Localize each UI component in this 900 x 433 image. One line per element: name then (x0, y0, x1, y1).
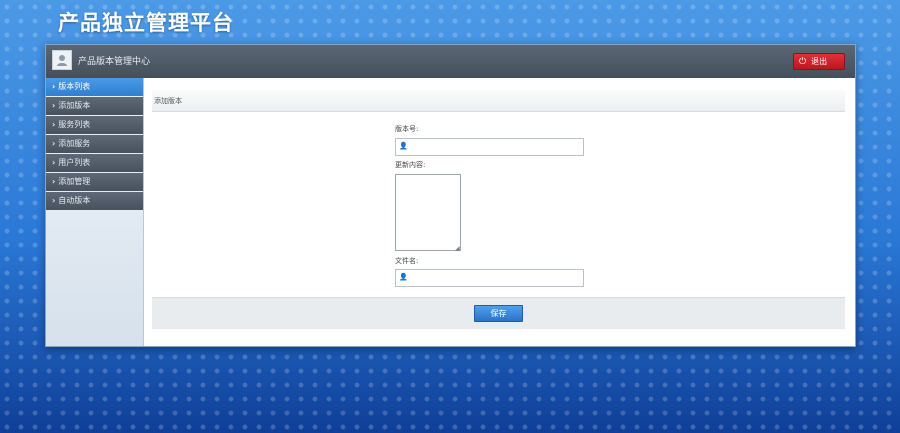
user-icon: 👤 (399, 273, 408, 281)
sidebar-item-add-version[interactable]: › 添加版本 (46, 97, 143, 115)
sidebar-nav: › 版本列表 › 添加版本 › 服务列表 › 添加服务 › 用户列表 › 添加管理 › 自动版… (46, 78, 143, 210)
sidebar-item-auto-version[interactable]: › 自动版本 (46, 192, 143, 210)
sidebar-item-service-list[interactable]: › 服务列表 (46, 116, 143, 134)
resize-handle-icon[interactable]: ◢ (455, 245, 460, 252)
sidebar-item-add-admin[interactable]: › 添加管理 (46, 173, 143, 191)
version-label: 版本号: (395, 125, 419, 133)
sidebar-item-label: 添加版本 (58, 101, 91, 110)
logout-label: 退出 (811, 57, 828, 66)
chevron-right-icon: › (52, 158, 56, 167)
filename-label: 文件名: (395, 257, 419, 265)
update-content-label: 更新内容: (395, 161, 426, 169)
avatar (52, 50, 72, 70)
sidebar-item-user-list[interactable]: › 用户列表 (46, 154, 143, 172)
form-footer: 保存 (152, 297, 845, 329)
breadcrumb: 添加版本 (152, 90, 845, 112)
app-title: 产品独立管理平台 (58, 11, 234, 35)
filename-input[interactable] (395, 269, 584, 287)
sidebar: › 版本列表 › 添加版本 › 服务列表 › 添加服务 › 用户列表 › 添加管理 › 自动版… (46, 78, 144, 346)
chevron-right-icon: › (52, 82, 56, 91)
chevron-right-icon: › (52, 120, 56, 129)
save-button[interactable]: 保存 (474, 305, 523, 322)
chevron-right-icon: › (52, 196, 56, 205)
logout-button[interactable]: ⏻ 退出 (793, 53, 845, 70)
sidebar-item-label: 添加管理 (58, 177, 91, 186)
user-avatar-icon (57, 55, 67, 66)
chevron-right-icon: › (52, 177, 56, 186)
user-icon: 👤 (399, 142, 408, 150)
topbar: 产品版本管理中心 ⏻ 退出 (46, 45, 855, 78)
sidebar-item-label: 添加服务 (58, 139, 91, 148)
chevron-right-icon: › (52, 101, 56, 110)
topbar-title: 产品版本管理中心 (78, 57, 151, 67)
update-content-textarea[interactable] (395, 174, 461, 251)
sidebar-item-version-list[interactable]: › 版本列表 (46, 78, 143, 96)
sidebar-item-label: 服务列表 (58, 120, 91, 129)
sidebar-item-label: 用户列表 (58, 158, 91, 167)
chevron-right-icon: › (52, 139, 56, 148)
sidebar-item-label: 版本列表 (58, 82, 91, 91)
main-window: 产品版本管理中心 ⏻ 退出 › 版本列表 › 添加版本 › 服务列表 › 添加服务 › 用… (45, 44, 856, 347)
power-icon: ⏻ (799, 56, 807, 67)
sidebar-item-add-service[interactable]: › 添加服务 (46, 135, 143, 153)
version-input[interactable] (395, 138, 584, 156)
main-content: 添加版本 版本号: 👤 更新内容: ◢ 文件名: 👤 保存 (144, 78, 855, 346)
sidebar-item-label: 自动版本 (58, 196, 91, 205)
